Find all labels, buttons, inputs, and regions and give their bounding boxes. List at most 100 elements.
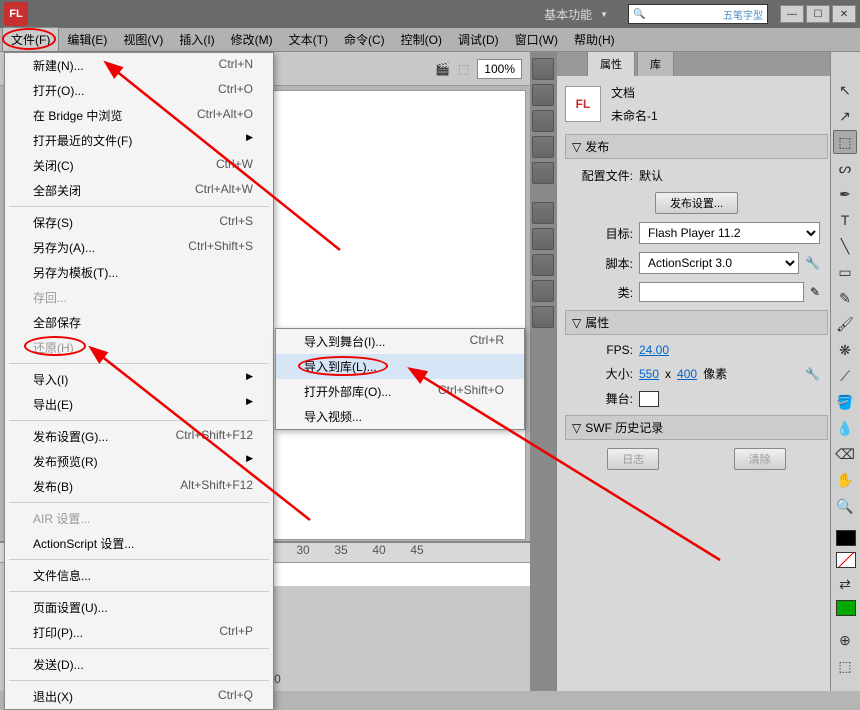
deco-tool[interactable]: ❋ xyxy=(833,338,857,362)
stroke-color[interactable] xyxy=(836,530,856,546)
free-transform-tool[interactable]: ⬚ xyxy=(833,130,857,154)
text-tool[interactable]: T xyxy=(833,208,857,232)
menu-item[interactable]: ActionScript 设置... xyxy=(5,531,273,556)
submenu-item[interactable]: 导入视频... xyxy=(276,404,524,429)
bone-tool[interactable]: ⟋ xyxy=(833,364,857,388)
tool-icon[interactable]: ⬚ xyxy=(458,62,469,76)
panel-button[interactable] xyxy=(532,110,554,132)
menu-debug[interactable]: 调试(D) xyxy=(450,28,507,51)
lasso-tool[interactable]: ᔕ xyxy=(833,156,857,180)
menu-item[interactable]: 关闭(C)Ctrl+W xyxy=(5,153,273,178)
brush-tool[interactable]: 🖌 xyxy=(833,312,857,336)
fill-color[interactable] xyxy=(836,600,856,616)
menu-item[interactable]: 存回... xyxy=(5,285,273,310)
menu-item[interactable]: 还原(H) xyxy=(5,335,273,360)
menu-item[interactable]: 在 Bridge 中浏览Ctrl+Alt+O xyxy=(5,103,273,128)
zoom-level[interactable]: 100% xyxy=(477,59,522,79)
menu-item[interactable]: 发布设置(G)...Ctrl+Shift+F12 xyxy=(5,424,273,449)
option-tool[interactable]: ⬚ xyxy=(833,654,857,678)
section-swf-history[interactable]: ▽SWF 历史记录 xyxy=(565,415,828,440)
menu-insert[interactable]: 插入(I) xyxy=(171,28,222,51)
selection-tool[interactable]: ↖ xyxy=(833,78,857,102)
menu-item[interactable]: AIR 设置... xyxy=(5,506,273,531)
menu-item[interactable]: 打开最近的文件(F)▶ xyxy=(5,128,273,153)
width-value[interactable]: 550 xyxy=(639,367,659,381)
hand-tool[interactable]: ✋ xyxy=(833,468,857,492)
tab-properties[interactable]: 属性 xyxy=(587,51,635,76)
section-publish[interactable]: ▽发布 xyxy=(565,134,828,159)
log-button[interactable]: 日志 xyxy=(607,448,659,470)
zoom-tool[interactable]: 🔍 xyxy=(833,494,857,518)
panel-button[interactable] xyxy=(532,162,554,184)
panel-button[interactable] xyxy=(532,254,554,276)
menu-item[interactable]: 新建(N)...Ctrl+N xyxy=(5,53,273,78)
eyedropper-tool[interactable]: 💧 xyxy=(833,416,857,440)
menu-item[interactable]: 发送(D)... xyxy=(5,652,273,677)
fill-none[interactable] xyxy=(836,552,856,568)
minimize-button[interactable]: — xyxy=(780,5,804,23)
menu-item[interactable]: 打开(O)...Ctrl+O xyxy=(5,78,273,103)
menu-item[interactable]: 退出(X)Ctrl+Q xyxy=(5,684,273,709)
panel-button[interactable] xyxy=(532,84,554,106)
wrench-icon[interactable]: 🔧 xyxy=(805,256,820,270)
script-select[interactable]: ActionScript 3.0 xyxy=(639,252,799,274)
rectangle-tool[interactable]: ▭ xyxy=(833,260,857,284)
publish-settings-button[interactable]: 发布设置... xyxy=(655,192,738,214)
panel-button[interactable] xyxy=(532,228,554,250)
menu-item[interactable]: 导入(I)▶ xyxy=(5,367,273,392)
workspace-selector[interactable]: 基本功能▼ xyxy=(544,6,608,23)
panel-button[interactable] xyxy=(532,58,554,80)
wrench-icon[interactable]: 🔧 xyxy=(805,367,820,381)
stage-color-swatch[interactable] xyxy=(639,391,659,407)
menu-item[interactable]: 保存(S)Ctrl+S xyxy=(5,210,273,235)
menu-edit[interactable]: 编辑(E) xyxy=(59,28,115,51)
panel-button[interactable] xyxy=(532,202,554,224)
menu-control[interactable]: 控制(O) xyxy=(393,28,450,51)
panel-button[interactable] xyxy=(532,136,554,158)
menu-item[interactable]: 打印(P)...Ctrl+P xyxy=(5,620,273,645)
submenu-item[interactable]: 打开外部库(O)...Ctrl+Shift+O xyxy=(276,379,524,404)
pencil-icon[interactable]: ✎ xyxy=(810,285,820,299)
panel-button[interactable] xyxy=(532,280,554,302)
menu-item[interactable]: 导出(E)▶ xyxy=(5,392,273,417)
menu-item[interactable]: 全部保存 xyxy=(5,310,273,335)
menu-window[interactable]: 窗口(W) xyxy=(507,28,566,51)
swap-colors[interactable]: ⇄ xyxy=(833,572,857,596)
menu-help[interactable]: 帮助(H) xyxy=(566,28,623,51)
menu-modify[interactable]: 修改(M) xyxy=(223,28,281,51)
menu-item[interactable]: 另存为(A)...Ctrl+Shift+S xyxy=(5,235,273,260)
clear-button[interactable]: 清除 xyxy=(734,448,786,470)
pen-tool[interactable]: ✒ xyxy=(833,182,857,206)
menu-text[interactable]: 文本(T) xyxy=(281,28,336,51)
menu-item[interactable]: 文件信息... xyxy=(5,563,273,588)
eraser-tool[interactable]: ⌫ xyxy=(833,442,857,466)
snap-tool[interactable]: ⊕ xyxy=(833,628,857,652)
subselection-tool[interactable]: ↗ xyxy=(833,104,857,128)
tab-library[interactable]: 库 xyxy=(637,51,674,76)
menu-bar: 文件(F) 编辑(E) 视图(V) 插入(I) 修改(M) 文本(T) 命令(C… xyxy=(0,28,860,52)
search-input[interactable]: 🔍 五笔字型 xyxy=(628,4,768,24)
menu-item[interactable]: 全部关闭Ctrl+Alt+W xyxy=(5,178,273,203)
panel-button[interactable] xyxy=(532,306,554,328)
height-value[interactable]: 400 xyxy=(677,367,697,381)
section-properties[interactable]: ▽属性 xyxy=(565,310,828,335)
submenu-item[interactable]: 导入到库(L)... xyxy=(276,354,524,379)
pencil-tool[interactable]: ✎ xyxy=(833,286,857,310)
tool-icon[interactable]: 🎬 xyxy=(435,62,450,76)
menu-view[interactable]: 视图(V) xyxy=(115,28,171,51)
menu-item[interactable]: 发布(B)Alt+Shift+F12 xyxy=(5,474,273,499)
menu-command[interactable]: 命令(C) xyxy=(336,28,393,51)
menu-item[interactable]: 发布预览(R)▶ xyxy=(5,449,273,474)
close-button[interactable]: ✕ xyxy=(832,5,856,23)
target-select[interactable]: Flash Player 11.2 xyxy=(639,222,820,244)
fps-value[interactable]: 24.00 xyxy=(639,343,669,357)
file-dropdown-menu: 新建(N)...Ctrl+N打开(O)...Ctrl+O在 Bridge 中浏览… xyxy=(4,52,274,710)
maximize-button[interactable]: ☐ xyxy=(806,5,830,23)
menu-item[interactable]: 页面设置(U)... xyxy=(5,595,273,620)
menu-file[interactable]: 文件(F) xyxy=(2,27,59,52)
line-tool[interactable]: ╲ xyxy=(833,234,857,258)
paint-bucket-tool[interactable]: 🪣 xyxy=(833,390,857,414)
class-input[interactable] xyxy=(639,282,804,302)
menu-item[interactable]: 另存为模板(T)... xyxy=(5,260,273,285)
submenu-item[interactable]: 导入到舞台(I)...Ctrl+R xyxy=(276,329,524,354)
